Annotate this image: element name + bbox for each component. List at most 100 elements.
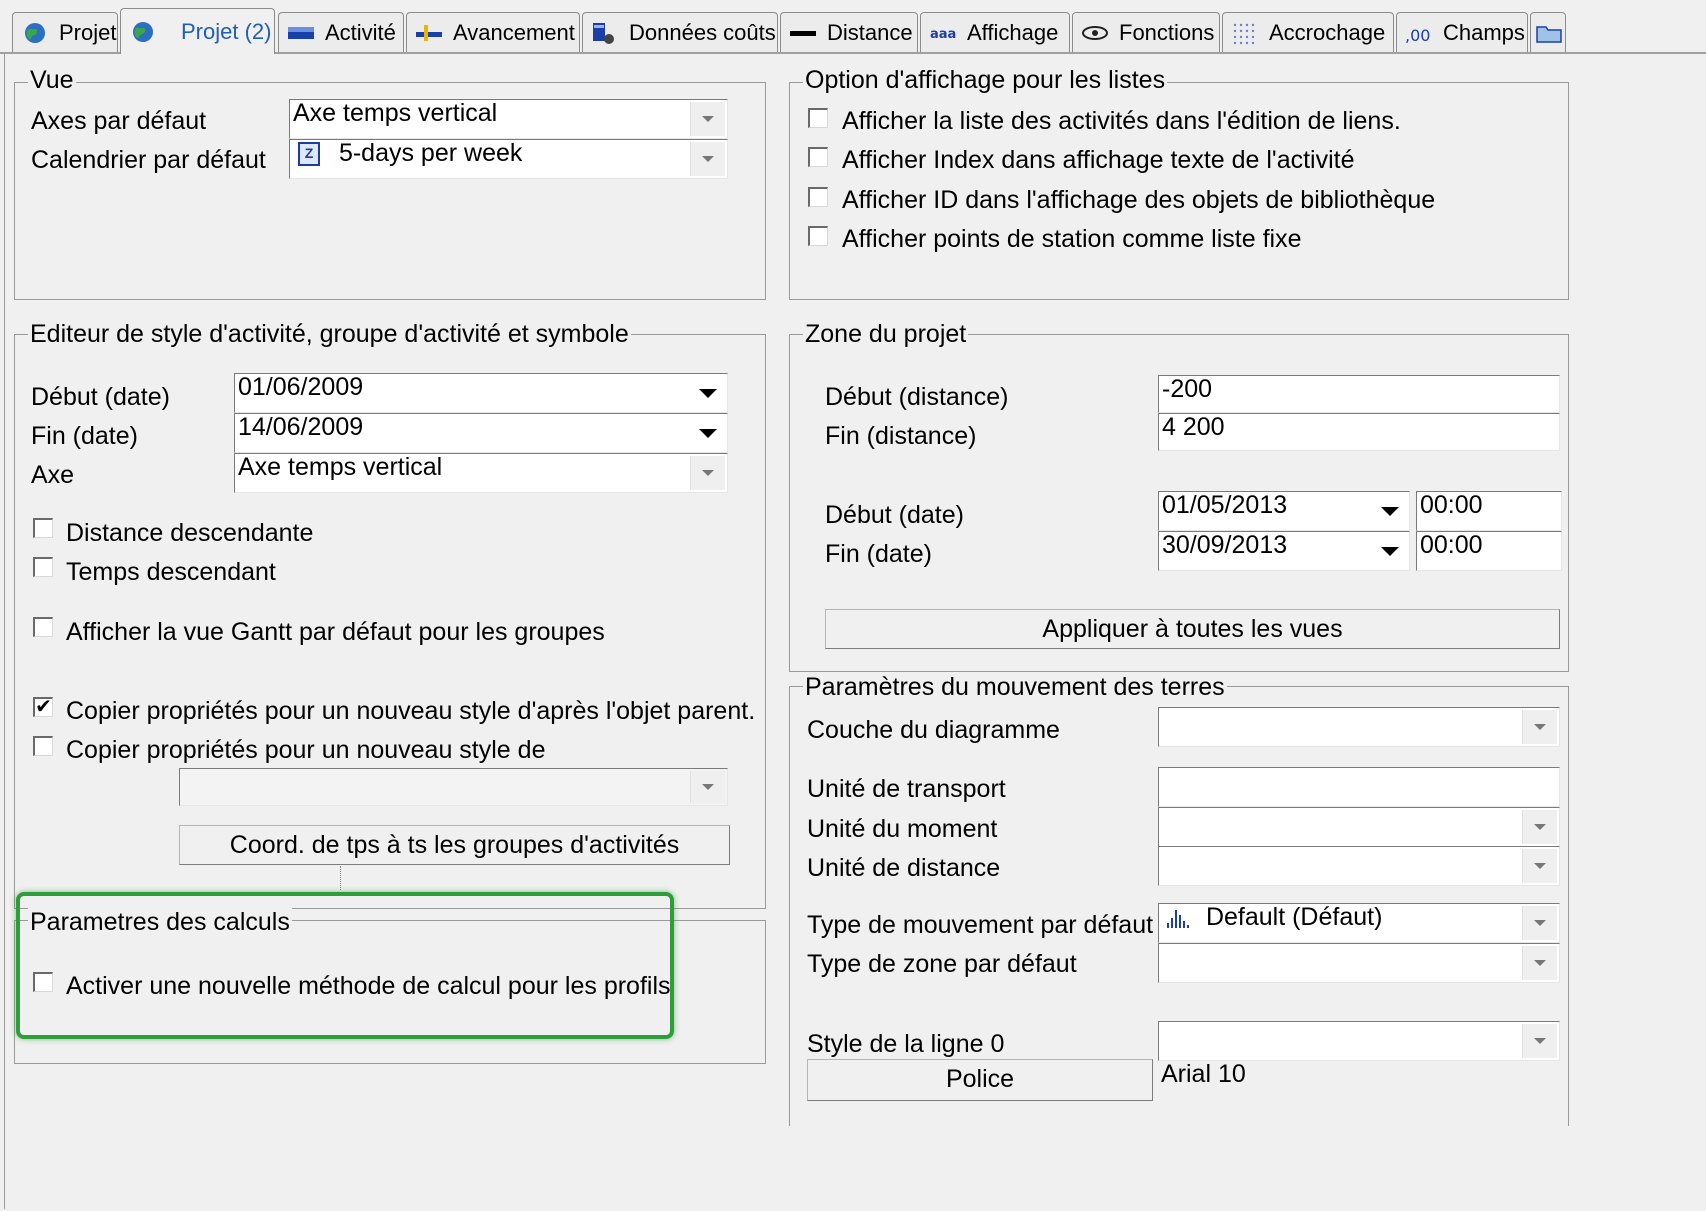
globe-icon [133, 21, 153, 42]
snap-grid-icon [1233, 23, 1255, 44]
tab-projet-2[interactable]: Projet (2) [120, 8, 275, 54]
group-title-vue: Vue [28, 66, 76, 94]
chevron-down-icon[interactable] [1522, 946, 1557, 980]
chevron-down-icon[interactable] [1373, 534, 1407, 568]
checkbox-time-descending[interactable] [33, 557, 53, 577]
chevron-down-icon[interactable] [690, 771, 725, 803]
start-date-picker[interactable]: 01/06/2009 [234, 373, 728, 413]
axes-value: Axe temps vertical [293, 99, 498, 127]
checkbox-station-points[interactable] [808, 226, 828, 246]
end-distance-value: 4 200 [1162, 413, 1225, 441]
checkbox-show-id[interactable] [808, 187, 828, 207]
chevron-down-icon[interactable] [690, 102, 725, 136]
chevron-down-icon[interactable] [691, 416, 725, 450]
checkbox-label: Afficher points de station comme liste f… [842, 225, 1302, 253]
chevron-down-icon[interactable] [691, 376, 725, 410]
movement-type-label: Type de mouvement par défaut [807, 911, 1154, 939]
coord-groups-button[interactable]: Coord. de tps à ts les groupes d'activit… [179, 825, 730, 865]
start-date-value: 01/06/2009 [238, 373, 364, 401]
axes-select[interactable]: Axe temps vertical [289, 99, 728, 139]
cost-data-icon [593, 22, 614, 44]
distance-unit-select[interactable] [1158, 846, 1560, 886]
axis-select[interactable]: Axe temps vertical [234, 453, 728, 493]
chevron-down-icon[interactable] [1522, 906, 1557, 940]
histogram-icon [1167, 910, 1189, 929]
checkbox-copy-from[interactable] [33, 736, 53, 756]
page-border [4, 54, 5, 1209]
calendar-value-wrap: Z 5-days per week [298, 140, 522, 170]
zone-start-date-picker[interactable]: 01/05/2013 [1158, 491, 1410, 531]
calendar-icon: Z [298, 142, 320, 167]
group-title-project-zone: Zone du projet [803, 320, 969, 348]
copy-from-select[interactable] [179, 768, 728, 806]
tab-distance[interactable]: Distance [780, 12, 918, 52]
checkbox-label: Afficher ID dans l'affichage des objets … [842, 186, 1436, 214]
zone-end-time-value: 00:00 [1420, 531, 1483, 559]
diagram-layer-select[interactable] [1158, 707, 1560, 747]
tab-label: Données coûts [629, 19, 776, 45]
tab-affichage[interactable]: ааа Affichage [920, 12, 1070, 52]
transport-unit-label: Unité de transport [807, 775, 1006, 803]
checkbox-label: Afficher Index dans affichage texte de l… [842, 146, 1355, 174]
group-title-style-editor: Editeur de style d'activité, groupe d'ac… [28, 320, 631, 348]
tab-donnees-couts[interactable]: Données coûts [582, 12, 778, 52]
tab-champs[interactable]: ,00 Champs [1396, 12, 1528, 52]
axes-label: Axes par défaut [31, 107, 207, 135]
font-value-display: Arial 10 [1158, 1061, 1560, 1101]
chevron-down-icon[interactable] [1373, 494, 1407, 528]
start-distance-label: Début (distance) [825, 383, 1009, 411]
line-style-select[interactable] [1158, 1021, 1560, 1061]
end-distance-input[interactable]: 4 200 [1158, 413, 1560, 451]
checkbox-copy-from-parent[interactable]: ✔ [33, 697, 53, 717]
zone-start-date-label: Début (date) [825, 501, 964, 529]
calendar-select[interactable]: Z 5-days per week [289, 139, 728, 179]
tab-avancement[interactable]: Avancement [406, 12, 580, 52]
chevron-down-icon[interactable] [1522, 710, 1557, 744]
chevron-down-icon[interactable] [690, 142, 725, 176]
start-distance-input[interactable]: -200 [1158, 375, 1560, 413]
moment-unit-select[interactable] [1158, 807, 1560, 847]
axis-label: Axe [31, 461, 75, 489]
tab-label: Affichage [967, 19, 1059, 45]
checkbox-label: Copier propriétés pour un nouveau style … [66, 736, 546, 764]
end-date-value: 14/06/2009 [238, 413, 364, 441]
chevron-down-icon[interactable] [1522, 849, 1557, 883]
font-value: Arial 10 [1161, 1061, 1246, 1088]
checkbox-distance-descending[interactable] [33, 518, 53, 538]
fields-icon: ,00 [1405, 26, 1430, 45]
tab-accrochage[interactable]: Accrochage [1222, 12, 1394, 52]
svg-text:ааа: ааа [930, 27, 956, 42]
zone-type-select[interactable] [1158, 943, 1560, 983]
tab-label: Champs [1443, 19, 1525, 45]
axis-value: Axe temps vertical [238, 453, 443, 481]
zone-start-time-input[interactable]: 00:00 [1416, 491, 1562, 531]
tab-label: Projet [59, 19, 117, 45]
chevron-down-icon[interactable] [1522, 810, 1557, 844]
zone-end-date-picker[interactable]: 30/09/2013 [1158, 531, 1410, 571]
checkbox-gantt-default[interactable] [33, 617, 53, 637]
tab-projet[interactable]: Projet [12, 12, 118, 52]
diagram-layer-label: Couche du diagramme [807, 716, 1060, 744]
start-distance-value: -200 [1162, 375, 1213, 403]
highlight-frame [16, 892, 674, 1039]
zone-end-time-input[interactable]: 00:00 [1416, 531, 1562, 571]
tab-overflow[interactable] [1530, 12, 1566, 52]
tab-strip: Projet Projet (2) Activité Avancement Do… [0, 0, 1706, 54]
transport-unit-input[interactable] [1158, 767, 1560, 807]
movement-type-select[interactable]: Default (Défaut) [1158, 903, 1560, 943]
zone-end-date-value: 30/09/2013 [1162, 531, 1288, 559]
chevron-down-icon[interactable] [1522, 1024, 1557, 1058]
tab-label: Projet (2) [181, 18, 272, 44]
chevron-down-icon[interactable] [690, 456, 725, 490]
checkbox-show-index[interactable] [808, 147, 828, 167]
display-icon: ааа [930, 27, 956, 42]
tab-activite[interactable]: Activité [278, 12, 404, 52]
end-date-picker[interactable]: 14/06/2009 [234, 413, 728, 453]
apply-all-views-button[interactable]: Appliquer à toutes les vues [825, 609, 1560, 649]
tab-fonctions[interactable]: Fonctions [1072, 12, 1220, 52]
group-title-list-options: Option d'affichage pour les listes [803, 66, 1168, 94]
checkbox-list-activities[interactable] [808, 108, 828, 128]
checkmark-icon: ✔ [35, 696, 52, 718]
tab-label: Activité [325, 19, 396, 45]
font-button[interactable]: Police [807, 1059, 1153, 1101]
